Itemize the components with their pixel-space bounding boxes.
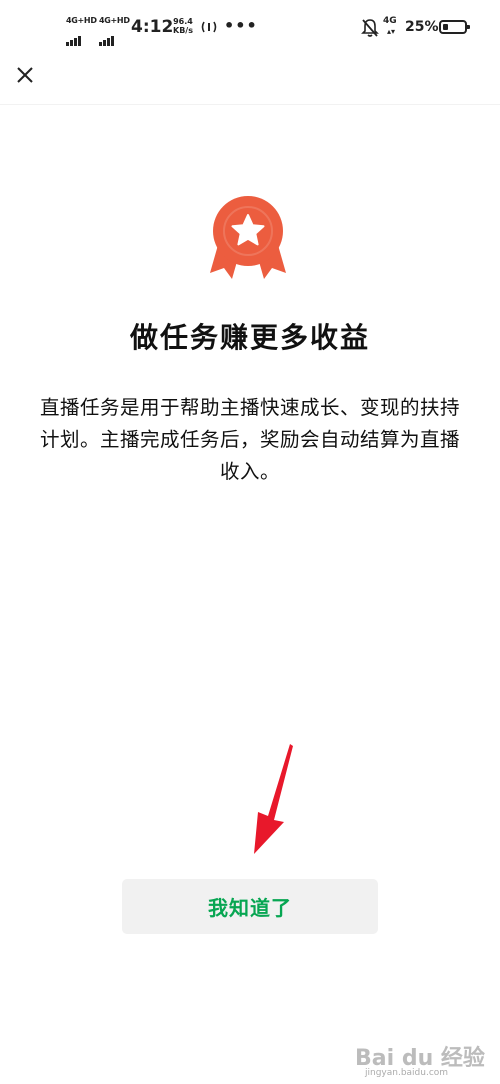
- confirm-button[interactable]: 我知道了: [122, 879, 378, 934]
- annotation-arrow-icon: [254, 744, 293, 854]
- clock: 4:12: [131, 17, 174, 37]
- confirm-button-label: 我知道了: [208, 896, 292, 920]
- status-bar: 4G+HD 4G+HD 4:12 96.4 KB/s ••• 4G ▴▾ 25%: [0, 0, 500, 58]
- network-type-1: 4G+HD: [66, 16, 97, 25]
- speed-value: 96.4: [173, 17, 193, 26]
- battery-level: [443, 24, 448, 30]
- mute-bell-icon: [361, 19, 379, 37]
- battery-icon: [439, 20, 470, 34]
- screen: 4G+HD 4G+HD 4:12 96.4 KB/s ••• 4G ▴▾ 25%: [0, 0, 500, 1084]
- network-4g-icon: 4G ▴▾: [383, 16, 397, 36]
- watermark: Bai du 经验 jingyan.baidu.com: [355, 1040, 495, 1080]
- speed-unit: KB/s: [173, 26, 193, 35]
- signal-1-icon: 4G+HD: [66, 16, 97, 46]
- header-divider: [0, 104, 500, 105]
- close-button[interactable]: [10, 60, 40, 90]
- signal-2-icon: 4G+HD: [99, 16, 130, 46]
- network-type-2: 4G+HD: [99, 16, 130, 25]
- hotspot-icon: [201, 21, 217, 33]
- medal-icon: [210, 196, 286, 279]
- watermark-url: jingyan.baidu.com: [365, 1068, 449, 1078]
- more-notifications-icon: •••: [224, 16, 258, 35]
- dialog-title: 做任务赚更多收益: [129, 321, 370, 354]
- network-speed: 96.4 KB/s: [173, 17, 193, 35]
- battery-percent: 25%: [405, 19, 439, 35]
- network-type-right: 4G: [383, 16, 397, 26]
- dialog-description: 直播任务是用于帮助主播快速成长、变现的扶持计划。主播完成任务后，奖励会自动结算为…: [40, 396, 461, 483]
